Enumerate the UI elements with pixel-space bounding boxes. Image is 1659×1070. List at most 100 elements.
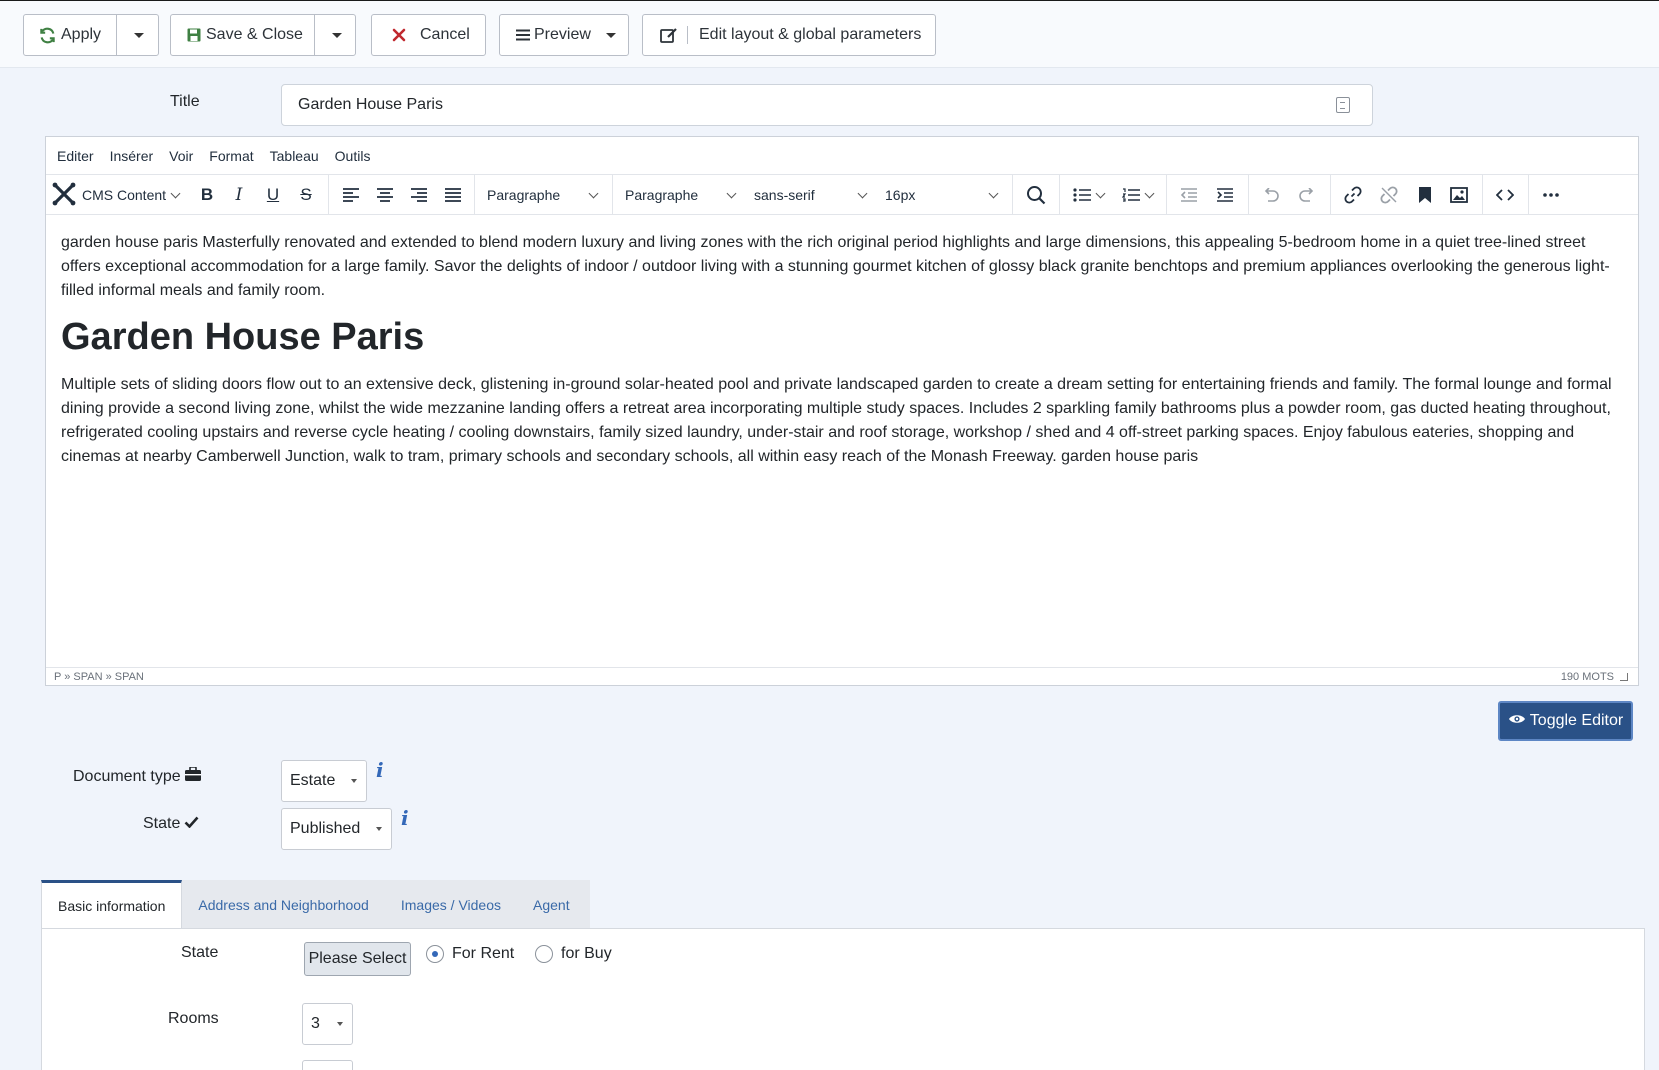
edit-layout-button[interactable]: Edit layout & global parameters [642, 14, 936, 56]
chevron-down-icon[interactable] [134, 33, 144, 38]
align-justify-icon[interactable] [438, 175, 468, 215]
font-family-value: sans-serif [754, 187, 815, 203]
save-close-button[interactable]: Save & Close [170, 14, 356, 56]
paragraph-value: Paragraphe [625, 187, 699, 203]
info-icon[interactable]: i [376, 758, 384, 782]
outdent-icon[interactable] [1172, 175, 1206, 215]
italic-button[interactable]: I [224, 175, 254, 215]
tab-basic-information[interactable]: Basic information [41, 880, 183, 929]
resize-handle-icon[interactable] [1620, 672, 1628, 681]
content-paragraph: Multiple sets of sliding doors flow out … [61, 376, 1612, 465]
cancel-label: Cancel [420, 26, 470, 43]
chevron-down-icon[interactable] [332, 33, 342, 38]
for-buy-radio[interactable]: for Buy [535, 945, 612, 963]
indent-icon[interactable] [1208, 175, 1242, 215]
bold-button[interactable]: B [192, 175, 222, 215]
chevron-down-icon [857, 188, 868, 198]
apply-button[interactable]: Apply [23, 14, 159, 56]
bullet-list-icon[interactable] [1065, 175, 1111, 215]
please-select-button[interactable]: Please Select [304, 942, 411, 976]
align-center-icon[interactable] [370, 175, 400, 215]
joomla-icon [52, 182, 76, 209]
divider [687, 26, 688, 44]
chevron-down-icon [1144, 188, 1154, 198]
document-type-label: Document type [73, 767, 181, 785]
block-format-dropdown[interactable]: Paragraphe [483, 175, 603, 215]
menu-outils[interactable]: Outils [335, 148, 371, 164]
tab-images-videos[interactable]: Images / Videos [385, 880, 517, 929]
search-icon[interactable] [1019, 175, 1053, 215]
document-type-select[interactable]: Estate [281, 760, 367, 802]
divider [1059, 175, 1060, 215]
chevron-down-icon [726, 188, 737, 198]
radio-checked[interactable] [426, 945, 444, 963]
menu-inserer[interactable]: Insérer [110, 148, 154, 164]
tab-agent[interactable]: Agent [517, 880, 586, 929]
next-field-select[interactable] [302, 1060, 353, 1070]
please-select-label: Please Select [308, 950, 407, 967]
underline-button[interactable]: U [258, 175, 288, 215]
content-heading: Garden House Paris [61, 316, 425, 358]
divider [1482, 175, 1483, 215]
more-icon[interactable] [1534, 175, 1568, 215]
divider [1248, 175, 1249, 215]
title-value: Garden House Paris [298, 96, 443, 113]
tab-address-neighborhood[interactable]: Address and Neighborhood [182, 880, 384, 929]
strikethrough-button[interactable]: S [291, 175, 321, 215]
editor-content[interactable]: garden house paris Masterfully renovated… [46, 215, 1638, 497]
info-icon[interactable]: i [401, 806, 409, 830]
preview-label: Preview [534, 26, 591, 43]
divider [612, 175, 613, 215]
cms-content-dropdown[interactable]: CMS Content [52, 175, 182, 215]
align-left-icon[interactable] [336, 175, 366, 215]
rooms-select[interactable]: 3 [302, 1003, 353, 1045]
divider [1330, 175, 1331, 215]
state-label: State [143, 815, 181, 832]
cancel-button[interactable]: Cancel [371, 14, 486, 56]
lock-icon [1336, 97, 1350, 113]
menu-tableau[interactable]: Tableau [270, 148, 319, 164]
unlink-icon[interactable] [1372, 175, 1406, 215]
divider [474, 175, 475, 215]
title-label: Title [170, 93, 200, 110]
content-paragraph: garden house paris Masterfully renovated… [61, 234, 1610, 299]
paragraph-dropdown[interactable]: Paragraphe [621, 175, 741, 215]
basic-state-label: State [181, 944, 219, 961]
tab-panel-basic-information [41, 928, 1645, 1070]
tab-bar: Basic information Address and Neighborho… [41, 880, 590, 929]
cms-content-label: CMS Content [82, 187, 167, 203]
refresh-icon [39, 27, 56, 44]
chevron-down-icon [588, 188, 599, 198]
block-format-value: Paragraphe [487, 187, 561, 203]
title-input[interactable]: Garden House Paris [281, 84, 1373, 126]
numbered-list-icon[interactable] [1114, 175, 1160, 215]
redo-icon[interactable] [1290, 175, 1324, 215]
align-right-icon[interactable] [404, 175, 434, 215]
for-buy-label: for Buy [561, 945, 612, 962]
font-family-dropdown[interactable]: sans-serif [750, 175, 872, 215]
code-icon[interactable] [1488, 175, 1522, 215]
state-select[interactable]: Published [281, 808, 392, 850]
divider [1012, 175, 1013, 215]
menu-editer[interactable]: Editer [57, 148, 94, 164]
save-close-label: Save & Close [206, 26, 303, 43]
menu-format[interactable]: Format [209, 148, 253, 164]
radio-unchecked[interactable] [535, 945, 553, 963]
font-size-dropdown[interactable]: 16px [881, 175, 1003, 215]
bookmark-icon[interactable] [1408, 175, 1442, 215]
edit-layout-label: Edit layout & global parameters [699, 26, 922, 43]
editor-statusbar: P » SPAN » SPAN 190 MOTS [46, 667, 1638, 685]
undo-icon[interactable] [1254, 175, 1288, 215]
for-rent-radio[interactable]: For Rent [426, 945, 514, 963]
divider [116, 15, 117, 55]
menu-voir[interactable]: Voir [169, 148, 193, 164]
chevron-down-icon [1095, 188, 1105, 198]
briefcase-icon [184, 766, 201, 786]
chevron-down-icon [376, 827, 382, 831]
toggle-editor-button[interactable]: Toggle Editor [1498, 701, 1633, 741]
image-icon[interactable] [1442, 175, 1476, 215]
link-icon[interactable] [1336, 175, 1370, 215]
state-label-group: State [143, 815, 199, 833]
preview-button[interactable]: Preview [499, 14, 629, 56]
chevron-down-icon [351, 779, 357, 783]
